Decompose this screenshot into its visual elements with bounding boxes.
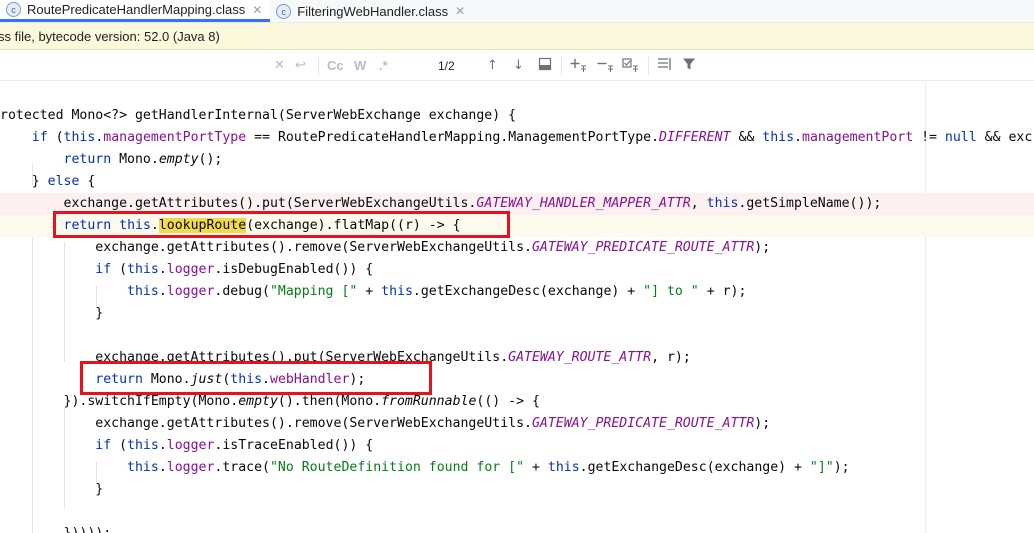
code-line: } else { [0,174,96,189]
banner-text: ss file, bytecode version: 52.0 (Java 8) [0,29,220,44]
code-line: this.logger.trace("No RouteDefinition fo… [127,460,850,475]
code-line: if (this.managementPortType == RoutePred… [31,130,1033,145]
match-count: 1/2 [438,59,455,73]
code-line: })))); [0,523,1034,533]
filter-icon[interactable] [682,57,696,75]
search-in-selection-icon[interactable] [538,57,552,75]
add-occurrence-icon[interactable] [570,57,588,75]
code-line: exchange.getAttributes().remove(ServerWe… [0,416,771,431]
code-line: rotected Mono<?> getHandlerInternal(Serv… [0,108,517,123]
code-line: this.logger.debug("Mapping [" + this.get… [127,284,747,299]
regex-icon[interactable]: .* [379,57,388,75]
editor-tab-bar: c RoutePredicateHandlerMapping.class ✕ c… [0,0,1034,23]
words-icon[interactable]: W [354,57,366,75]
annotation-box-return-web-handler [80,361,432,395]
code-line: exchange.getAttributes().remove(ServerWe… [0,240,771,255]
tab-label: RoutePredicateHandlerMapping.class [27,2,246,17]
close-icon[interactable]: ✕ [455,4,465,18]
previous-occurrence-icon[interactable]: ↑ [487,57,498,75]
code-line: } [0,306,104,321]
annotation-box-lookup-route [53,211,510,238]
class-file-icon: c [276,3,292,19]
code-editor[interactable]: rotected Mono<?> getHandlerInternal(Serv… [0,82,1034,533]
match-case-icon[interactable]: Cc [327,57,344,75]
tab-filtering-web-handler[interactable]: c FilteringWebHandler.class ✕ [270,0,473,22]
close-icon[interactable]: ✕ [252,3,262,17]
show-filter-popup-icon[interactable] [657,57,673,75]
tab-route-predicate-handler-mapping[interactable]: c RoutePredicateHandlerMapping.class ✕ [0,0,271,22]
select-all-occurrences-icon[interactable] [622,57,640,75]
class-file-icon: c [6,2,21,17]
toolbar-separator [561,57,562,75]
toolbar-separator [318,57,319,75]
code-line: if (this.logger.isDebugEnabled()) { [95,262,374,277]
find-toolbar: ✕ ↩ Cc W .* 1/2 ↑ ↓ [0,51,1034,81]
clear-search-icon[interactable]: ✕ [274,57,285,75]
remove-occurrence-icon[interactable] [597,57,615,75]
next-occurrence-icon[interactable]: ↓ [513,57,524,75]
code-line: if (this.logger.isTraceEnabled()) { [95,438,374,453]
decompiled-class-banner: ss file, bytecode version: 52.0 (Java 8) [0,23,1034,50]
search-history-icon[interactable]: ↩ [295,57,306,75]
code-line: return Mono.empty(); [63,152,223,167]
code-line: } [0,482,104,497]
tab-label: FilteringWebHandler.class [297,3,449,19]
toolbar-separator [648,57,649,75]
